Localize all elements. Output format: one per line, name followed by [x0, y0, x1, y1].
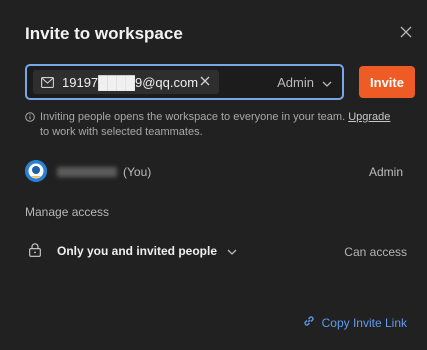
member-name-redacted [57, 167, 117, 177]
lock-icon [29, 243, 41, 262]
info-text-end: to work with selected teammates. [40, 126, 203, 138]
dialog-title: Invite to workspace [25, 24, 183, 43]
role-dropdown[interactable]: Admin [277, 75, 332, 90]
access-dropdown-value: Only you and invited people [57, 244, 218, 258]
invite-dialog: Invite to workspace 19197████9@qq.com Ad… [0, 0, 427, 350]
remove-chip-icon[interactable] [199, 75, 211, 87]
chevron-down-icon [322, 75, 332, 90]
access-permission: Can access [344, 245, 407, 259]
member-you-label: (You) [123, 165, 152, 179]
access-row: Only you and invited people Can access [25, 242, 407, 262]
email-chip: 19197████9@qq.com [33, 70, 219, 94]
chevron-down-icon [227, 244, 237, 258]
info-text: Inviting people opens the workspace to e… [40, 110, 395, 140]
info-icon [25, 112, 35, 127]
member-row: (You) Admin [25, 160, 403, 184]
close-icon[interactable] [396, 22, 416, 42]
manage-access-heading: Manage access [25, 205, 110, 219]
mail-icon [41, 76, 54, 88]
email-chip-address: 19197████9@qq.com [62, 74, 199, 90]
role-dropdown-value: Admin [277, 75, 314, 90]
avatar [25, 160, 47, 182]
access-dropdown[interactable]: Only you and invited people [57, 244, 237, 258]
info-text-start: Inviting people opens the workspace to e… [40, 111, 346, 123]
invite-button[interactable]: Invite [359, 66, 415, 98]
copy-invite-link[interactable]: Copy Invite Link [302, 314, 407, 331]
info-message: Inviting people opens the workspace to e… [25, 110, 395, 140]
member-role: Admin [368, 165, 403, 179]
upgrade-link[interactable]: Upgrade [348, 111, 390, 123]
link-icon [302, 314, 316, 331]
copy-invite-link-label: Copy Invite Link [321, 315, 407, 330]
email-input[interactable]: 19197████9@qq.com Admin [25, 64, 344, 100]
